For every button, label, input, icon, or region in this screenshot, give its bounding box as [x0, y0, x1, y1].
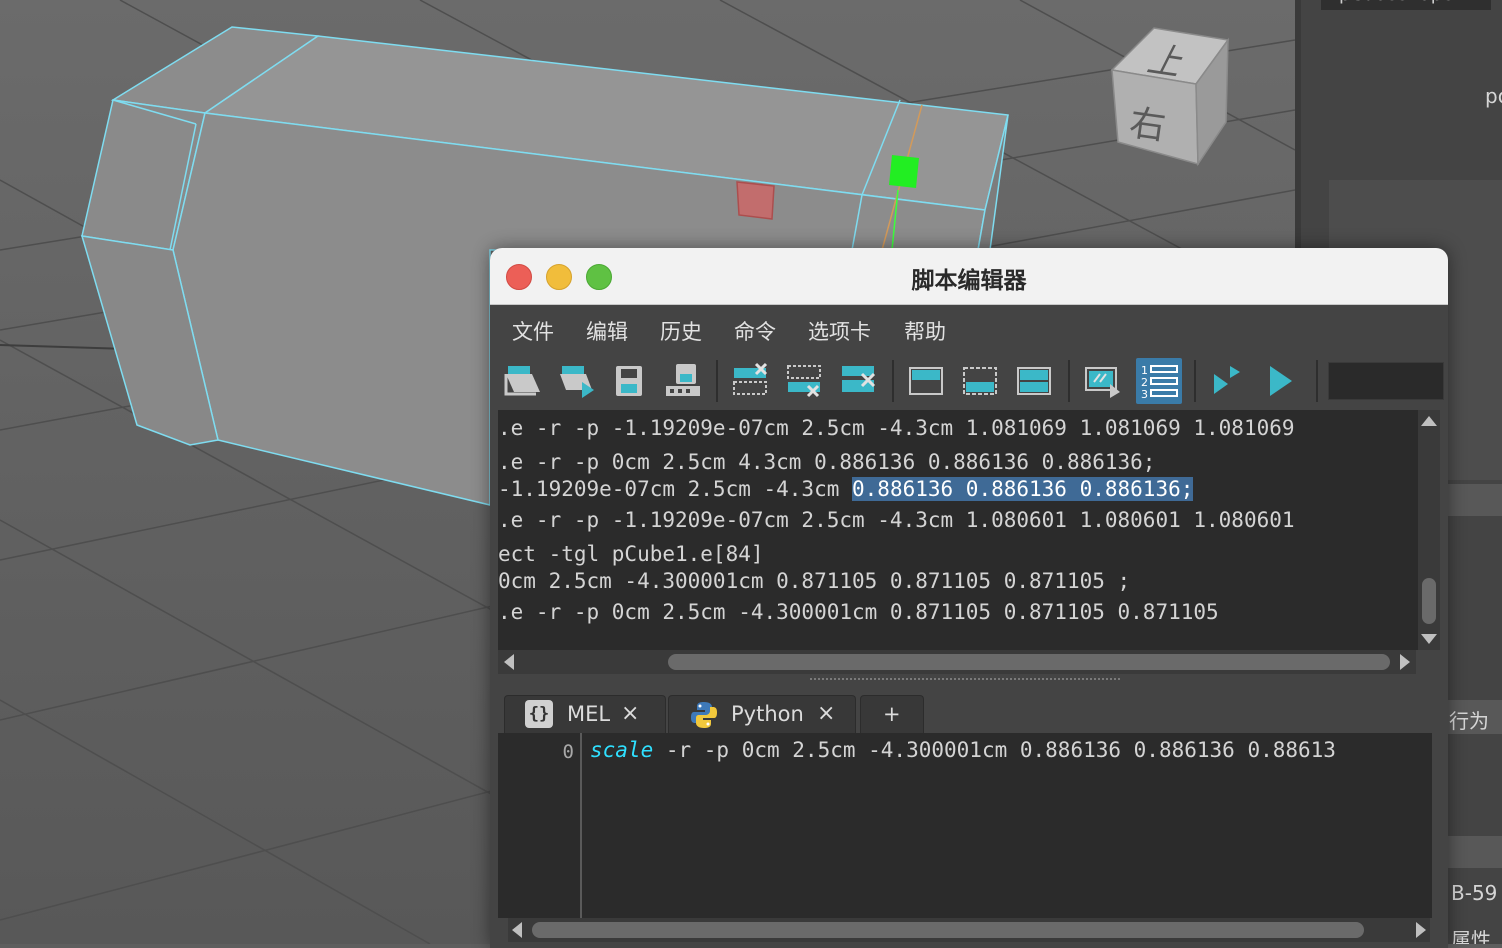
- tab-mel-close-icon[interactable]: ×: [621, 701, 639, 726]
- history-line: .e -r -p 0cm 2.5cm -4.300001cm 0.871105 …: [498, 600, 1219, 624]
- scrollbar-horizontal-icon: [504, 654, 1410, 670]
- show-input-icon[interactable]: [960, 360, 1002, 402]
- add-tab-button[interactable]: +: [860, 695, 924, 733]
- title-bar[interactable]: 脚本编辑器: [490, 248, 1448, 305]
- add-tab-label: +: [883, 702, 901, 726]
- toolbar-separator: [1068, 360, 1070, 402]
- input-horizontal-scrollbar[interactable]: [508, 918, 1430, 942]
- tab-python-close-icon[interactable]: ×: [817, 701, 835, 726]
- fragment-attr: 属性: [1451, 928, 1491, 944]
- execute-all-icon[interactable]: [1260, 360, 1302, 402]
- selected-text: 0.886136 0.886136 0.886136;: [852, 477, 1194, 501]
- menu-history[interactable]: 历史: [660, 316, 702, 346]
- scrollbar-horizontal-icon: [512, 922, 1426, 938]
- search-field[interactable]: [1328, 362, 1444, 400]
- code-keyword: scale: [590, 738, 654, 762]
- execute-selected-icon[interactable]: [1206, 360, 1248, 402]
- toolbar-separator: [716, 360, 718, 402]
- code-line[interactable]: scale -r -p 0cm 2.5cm -4.300001cm 0.8861…: [590, 738, 1336, 762]
- history-line: .e -r -p -1.19209e-07cm 2.5cm -4.3cm 1.0…: [498, 508, 1295, 532]
- toolbar-separator: [1316, 360, 1318, 402]
- scrollbar-arrows-icon: [1421, 416, 1437, 644]
- history-line: -1.19209e-07cm 2.5cm -4.3cm 0.886136 0.8…: [498, 477, 1194, 501]
- viewcube-front-label[interactable]: 右: [1127, 94, 1170, 151]
- selected-face-marker: [736, 181, 775, 220]
- menu-file[interactable]: 文件: [512, 316, 554, 346]
- show-history-icon[interactable]: [906, 360, 948, 402]
- menu-edit[interactable]: 编辑: [586, 316, 628, 346]
- shape-node-tab[interactable]: pCubeShape1: [1321, 0, 1491, 10]
- history-line: .e -r -p 0cm 2.5cm 4.3cm 0.886136 0.8861…: [498, 450, 1156, 474]
- script-input-editor[interactable]: 0 scale -r -p 0cm 2.5cm -4.300001cm 0.88…: [498, 733, 1432, 918]
- fragment-behavior: 行为: [1449, 709, 1489, 733]
- save-script-icon[interactable]: [608, 360, 650, 402]
- manipulator-handle[interactable]: [889, 155, 919, 188]
- clear-all-icon[interactable]: [838, 360, 880, 402]
- save-to-shelf-icon[interactable]: [662, 360, 704, 402]
- svg-text:3: 3: [1141, 388, 1148, 401]
- fragment-po: po: [1485, 84, 1502, 108]
- toolbar: 123: [490, 352, 1448, 410]
- tab-mel-label: MEL: [567, 702, 611, 726]
- line-number-gutter: 0: [498, 733, 582, 918]
- menu-command[interactable]: 命令: [734, 316, 776, 346]
- history-line: 0cm 2.5cm -4.300001cm 0.871105 0.871105 …: [498, 569, 1131, 593]
- mel-tab-icon: {}: [525, 700, 553, 728]
- clear-history-icon[interactable]: [730, 360, 772, 402]
- clear-input-icon[interactable]: [784, 360, 826, 402]
- history-pane[interactable]: .e -r -p -1.19209e-07cm 2.5cm -4.3cm 1.0…: [498, 410, 1440, 650]
- viewcube[interactable]: 上 右: [1108, 22, 1233, 167]
- history-vertical-scrollbar[interactable]: [1418, 410, 1440, 650]
- history-horizontal-scrollbar[interactable]: [498, 650, 1416, 674]
- toolbar-separator: [1194, 360, 1196, 402]
- tab-python-label: Python: [731, 702, 804, 726]
- line-number: 0: [562, 741, 574, 763]
- pane-splitter[interactable]: [810, 678, 1120, 684]
- code-args: -r -p 0cm 2.5cm -4.300001cm 0.886136 0.8…: [653, 738, 1336, 762]
- python-logo-icon: [691, 702, 717, 728]
- script-editor-window[interactable]: 脚本编辑器 文件 编辑 历史 命令 选项卡 帮助 1 2 3 .e -r -p …: [490, 248, 1448, 948]
- history-line: ect -tgl pCube1.e[84]: [498, 542, 764, 566]
- toolbar-separator: [892, 360, 894, 402]
- menu-bar: 文件 编辑 历史 命令 选项卡 帮助: [490, 305, 1448, 351]
- menu-tabs[interactable]: 选项卡: [808, 316, 871, 346]
- echo-all-commands-icon[interactable]: [1082, 360, 1124, 402]
- tab-mel[interactable]: {} MEL ×: [504, 695, 666, 733]
- tab-python[interactable]: Python ×: [668, 695, 856, 733]
- open-script-icon[interactable]: [502, 360, 544, 402]
- fragment-code: B-59: [1451, 881, 1498, 905]
- line-numbers-icon[interactable]: 123: [1136, 358, 1182, 404]
- source-script-icon[interactable]: [556, 360, 598, 402]
- show-both-icon[interactable]: [1014, 360, 1056, 402]
- window-title: 脚本编辑器: [911, 268, 1027, 294]
- menu-help[interactable]: 帮助: [904, 316, 946, 346]
- history-line: .e -r -p -1.19209e-07cm 2.5cm -4.3cm 1.0…: [498, 416, 1295, 440]
